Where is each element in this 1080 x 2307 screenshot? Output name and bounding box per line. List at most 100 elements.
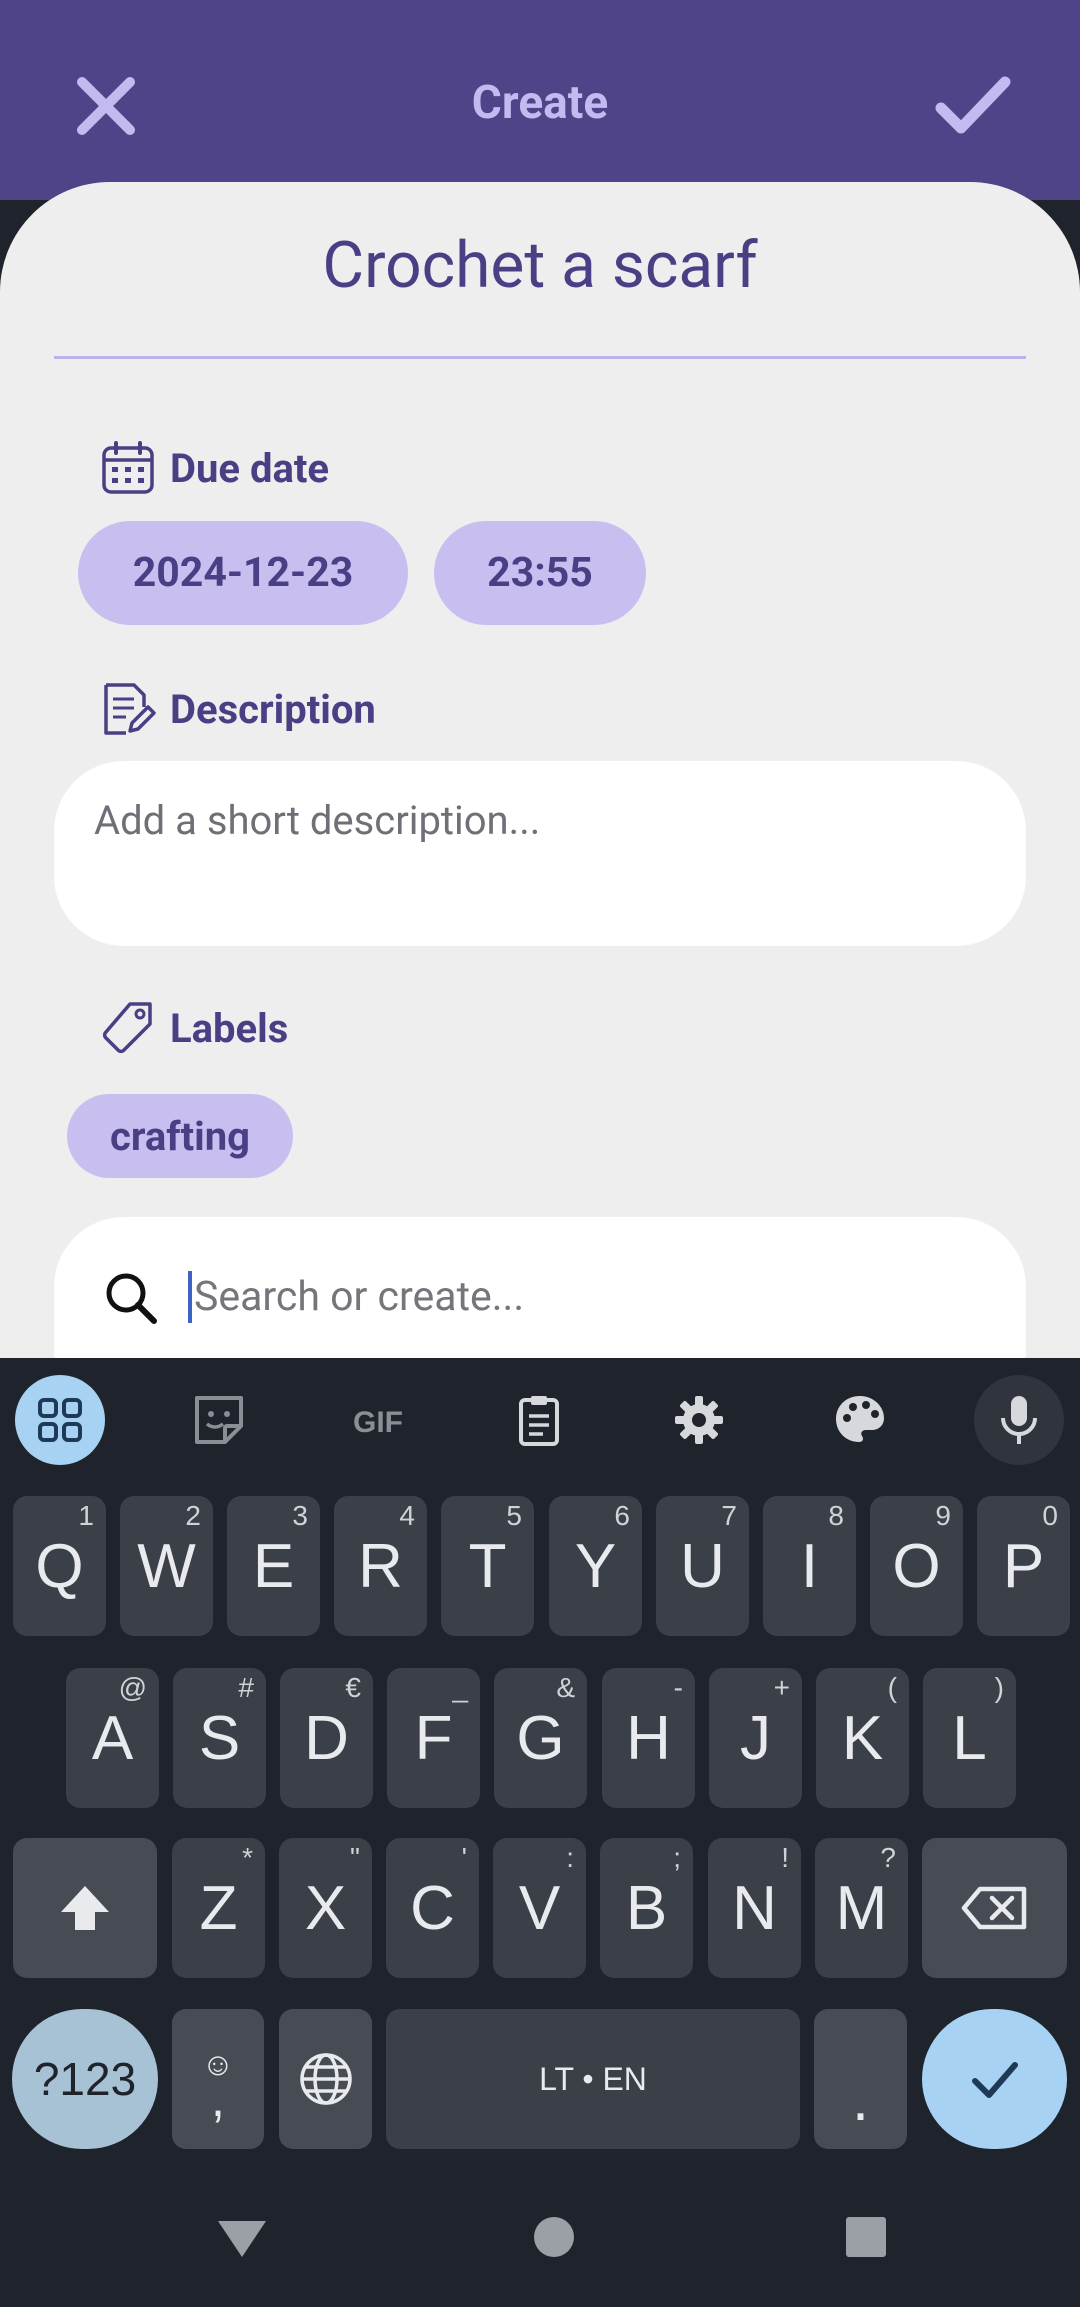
comma-key[interactable]: ☺ , bbox=[172, 2009, 264, 2149]
title-underline bbox=[54, 356, 1026, 359]
due-date-label: Due date bbox=[170, 444, 330, 492]
key-b[interactable]: B; bbox=[600, 1838, 693, 1978]
key-z[interactable]: Z * bbox=[172, 1838, 265, 1978]
key-hint: & bbox=[556, 1672, 575, 1703]
key-label: R bbox=[358, 1531, 403, 1601]
sticker-button[interactable] bbox=[174, 1375, 264, 1465]
top-app-bar: Create bbox=[0, 0, 1080, 200]
key-label: Q bbox=[35, 1531, 84, 1601]
key-hint: ? bbox=[880, 1842, 896, 1873]
symbols-key[interactable]: ?123 bbox=[12, 2009, 158, 2149]
key-f[interactable]: F _ bbox=[387, 1668, 480, 1808]
space-bar[interactable]: LT • EN bbox=[386, 2009, 800, 2149]
key-label: K bbox=[841, 1703, 884, 1773]
apps-grid-icon bbox=[38, 1398, 82, 1442]
clipboard-button[interactable] bbox=[494, 1375, 584, 1465]
key-m[interactable]: M? bbox=[815, 1838, 908, 1978]
check-icon bbox=[935, 76, 1011, 134]
key-u[interactable]: U7 bbox=[656, 1496, 749, 1636]
key-v[interactable]: V: bbox=[493, 1838, 586, 1978]
key-j[interactable]: J + bbox=[709, 1668, 802, 1808]
key-p[interactable]: P0 bbox=[977, 1496, 1070, 1636]
keyboard-apps-button[interactable] bbox=[15, 1375, 105, 1465]
time-chip[interactable]: 23:55 bbox=[434, 521, 646, 625]
tag-icon bbox=[102, 1002, 152, 1054]
description-input[interactable]: Add a short description... bbox=[54, 761, 1026, 946]
key-n[interactable]: N! bbox=[708, 1838, 801, 1978]
key-h[interactable]: H- bbox=[602, 1668, 695, 1808]
key-label: Y bbox=[574, 1531, 617, 1601]
theme-button[interactable] bbox=[815, 1375, 905, 1465]
key-w[interactable]: W2 bbox=[120, 1496, 213, 1636]
key-label: E bbox=[252, 1531, 295, 1601]
back-icon[interactable] bbox=[212, 2207, 272, 2267]
shift-key[interactable] bbox=[13, 1838, 157, 1978]
key-g[interactable]: G & bbox=[494, 1668, 587, 1808]
backspace-key[interactable] bbox=[922, 1838, 1067, 1978]
key-hint: ! bbox=[781, 1842, 789, 1873]
enter-key[interactable] bbox=[922, 2009, 1067, 2149]
page-title: Create bbox=[471, 76, 609, 130]
key-label: F bbox=[414, 1703, 453, 1773]
key-label: J bbox=[740, 1703, 771, 1773]
save-button[interactable] bbox=[935, 72, 1011, 140]
key-hint: 0 bbox=[1042, 1500, 1058, 1531]
recents-icon[interactable] bbox=[836, 2207, 896, 2267]
key-l[interactable]: L) bbox=[923, 1668, 1016, 1808]
key-hint: : bbox=[566, 1842, 574, 1873]
key-label: O bbox=[892, 1531, 941, 1601]
key-label: P bbox=[1002, 1531, 1045, 1601]
key-e[interactable]: E3 bbox=[227, 1496, 320, 1636]
language-key[interactable] bbox=[279, 2009, 372, 2149]
label-chip-crafting[interactable]: crafting bbox=[67, 1094, 293, 1178]
key-k[interactable]: K( bbox=[816, 1668, 909, 1808]
search-icon bbox=[106, 1273, 157, 1324]
key-hint: 6 bbox=[614, 1500, 630, 1531]
key-hint: _ bbox=[452, 1672, 468, 1703]
key-t[interactable]: T5 bbox=[441, 1496, 534, 1636]
key-label: N bbox=[732, 1873, 777, 1943]
description-heading: Description bbox=[100, 681, 376, 737]
key-label: M bbox=[835, 1873, 888, 1943]
home-icon[interactable] bbox=[524, 2207, 584, 2267]
gear-icon bbox=[675, 1396, 723, 1444]
key-hint: @ bbox=[118, 1672, 147, 1703]
date-chip[interactable]: 2024-12-23 bbox=[78, 521, 408, 625]
key-q[interactable]: Q1 bbox=[13, 1496, 106, 1636]
key-i[interactable]: I8 bbox=[763, 1496, 856, 1636]
key-hint: 5 bbox=[506, 1500, 522, 1531]
backspace-icon bbox=[961, 1886, 1026, 1930]
system-navigation-bar bbox=[0, 2165, 1080, 2307]
voice-input-button[interactable] bbox=[974, 1375, 1064, 1465]
key-hint: 8 bbox=[828, 1500, 844, 1531]
key-s[interactable]: S # bbox=[173, 1668, 266, 1808]
key-hint: " bbox=[350, 1842, 360, 1873]
key-hint: 9 bbox=[935, 1500, 951, 1531]
key-hint: € bbox=[345, 1672, 361, 1703]
clipboard-icon bbox=[519, 1396, 559, 1446]
key-y[interactable]: Y6 bbox=[549, 1496, 642, 1636]
key-d[interactable]: D € bbox=[280, 1668, 373, 1808]
key-a[interactable]: A @ bbox=[66, 1668, 159, 1808]
gif-button[interactable]: GIF bbox=[333, 1375, 423, 1465]
key-c[interactable]: C ' bbox=[386, 1838, 479, 1978]
key-label: L bbox=[952, 1703, 987, 1773]
key-label: C bbox=[410, 1873, 455, 1943]
key-label: U bbox=[680, 1531, 725, 1601]
key-r[interactable]: R4 bbox=[334, 1496, 427, 1636]
key-hint: 1 bbox=[78, 1500, 94, 1531]
settings-button[interactable] bbox=[654, 1375, 744, 1465]
description-label: Description bbox=[170, 685, 376, 733]
key-x[interactable]: X " bbox=[279, 1838, 372, 1978]
labels-label: Labels bbox=[170, 1004, 289, 1052]
microphone-icon bbox=[1001, 1396, 1037, 1444]
description-placeholder: Add a short description... bbox=[94, 797, 541, 844]
key-hint: 3 bbox=[292, 1500, 308, 1531]
text-caret bbox=[188, 1271, 192, 1323]
key-o[interactable]: O9 bbox=[870, 1496, 963, 1636]
period-key[interactable]: . bbox=[814, 2009, 907, 2149]
due-date-heading: Due date bbox=[100, 440, 329, 496]
task-title[interactable]: Crochet a scarf bbox=[0, 228, 1080, 303]
key-label: V bbox=[518, 1873, 561, 1943]
key-label: B bbox=[625, 1873, 668, 1943]
